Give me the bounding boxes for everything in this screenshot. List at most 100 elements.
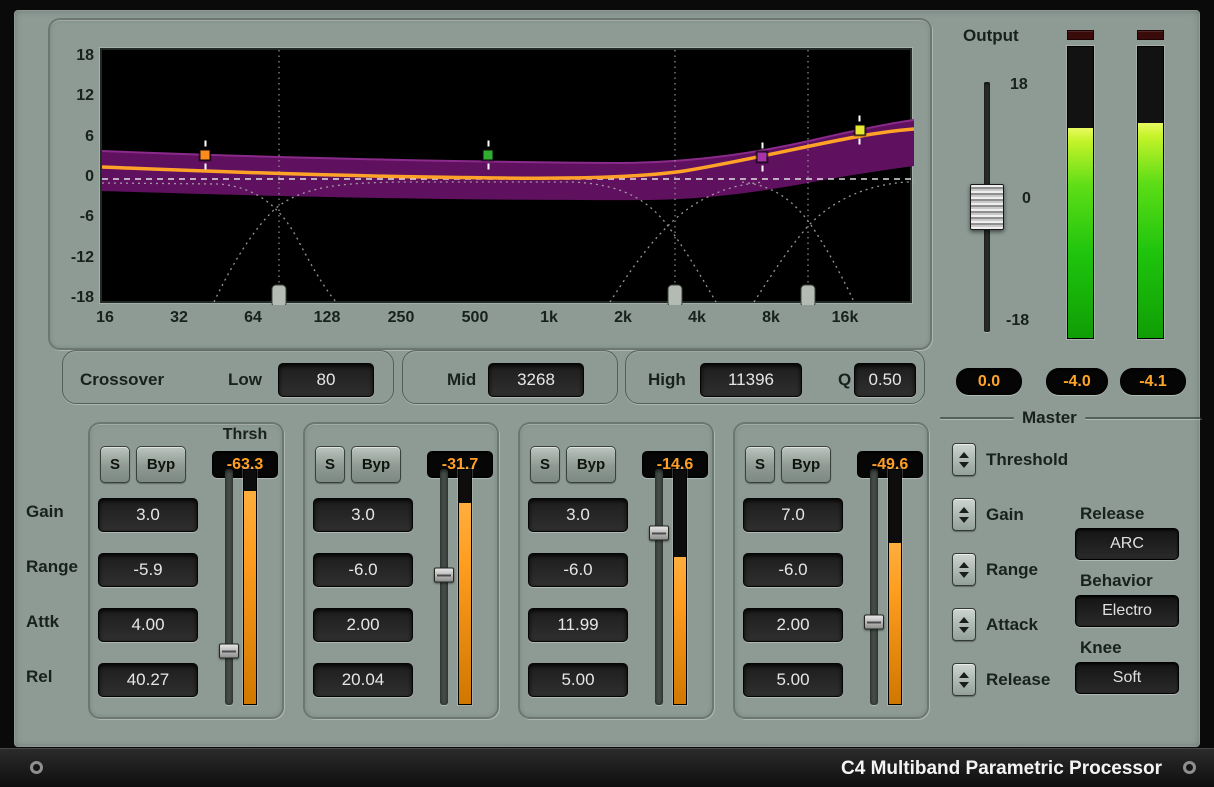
band1-panel: Thrsh S Byp -63.3 3.0 -5.9 4.00 40.27 [88, 422, 284, 719]
low-crossover-label: Low [228, 370, 262, 390]
release-mode-button[interactable]: ARC [1075, 528, 1179, 560]
down-arrow-icon[interactable] [959, 462, 969, 468]
band1-marker[interactable] [200, 150, 211, 161]
band4-marker[interactable] [854, 124, 865, 135]
down-arrow-icon[interactable] [959, 682, 969, 688]
high-crossover-value[interactable]: 11396 [700, 363, 802, 397]
band2-range-value[interactable]: -6.0 [313, 553, 413, 587]
down-arrow-icon[interactable] [959, 517, 969, 523]
mid-crossover-value[interactable]: 3268 [488, 363, 584, 397]
crossover-title: Crossover [80, 370, 164, 390]
band3-threshold-handle[interactable] [649, 525, 669, 540]
band4-threshold-slider[interactable] [870, 469, 878, 705]
band4-bypass-button[interactable]: Byp [781, 446, 831, 483]
band4-panel: S Byp -49.6 7.0 -6.0 2.00 5.00 [733, 422, 929, 719]
right-meter-clip-led[interactable] [1137, 30, 1164, 40]
output-gain-readout: 0.0 [956, 368, 1022, 395]
band1-release-value[interactable]: 40.27 [98, 663, 198, 697]
band1-range-value[interactable]: -5.9 [98, 553, 198, 587]
y-tick: 18 [54, 47, 94, 65]
master-threshold-label: Threshold [986, 450, 1068, 470]
band1-meter-fill [244, 491, 256, 704]
band4-meter-fill [889, 543, 901, 704]
band4-gain-value[interactable]: 7.0 [743, 498, 843, 532]
band1-solo-button[interactable]: S [100, 446, 130, 483]
down-arrow-icon[interactable] [959, 627, 969, 633]
x-tick: 64 [216, 309, 290, 327]
y-tick: 12 [54, 87, 94, 105]
band1-bypass-button[interactable]: Byp [136, 446, 186, 483]
band2-gain-value[interactable]: 3.0 [313, 498, 413, 532]
master-release-spinner[interactable] [952, 663, 976, 696]
band2-meter [458, 469, 472, 705]
frequency-graph-panel: 18 12 6 0 -6 -12 -18 [48, 18, 932, 350]
up-arrow-icon[interactable] [959, 617, 969, 623]
band2-bypass-button[interactable]: Byp [351, 446, 401, 483]
x-tick: 128 [290, 309, 364, 327]
band1-threshold-slider[interactable] [225, 469, 233, 705]
band3-range-value[interactable]: -6.0 [528, 553, 628, 587]
band4-attack-value[interactable]: 2.00 [743, 608, 843, 642]
band2-release-value[interactable]: 20.04 [313, 663, 413, 697]
output-fader-knob[interactable] [970, 184, 1004, 230]
x-axis: 16 32 64 128 250 500 1k 2k 4k 8k 16k [68, 309, 882, 327]
band-filter-curves [102, 182, 914, 302]
c4-plugin-window: 18 12 6 0 -6 -12 -18 [0, 0, 1214, 787]
master-attack-spinner[interactable] [952, 608, 976, 641]
band4-solo-button[interactable]: S [745, 446, 775, 483]
down-arrow-icon[interactable] [959, 572, 969, 578]
band3-bypass-button[interactable]: Byp [566, 446, 616, 483]
master-title: Master [1014, 408, 1085, 428]
band2-threshold-slider[interactable] [440, 469, 448, 705]
master-threshold-spinner[interactable] [952, 443, 976, 476]
frequency-response-plot[interactable] [100, 48, 912, 303]
up-arrow-icon[interactable] [959, 452, 969, 458]
master-gain-spinner[interactable] [952, 498, 976, 531]
left-meter-clip-led[interactable] [1067, 30, 1094, 40]
fader-scale-top: 18 [1010, 76, 1028, 94]
band4-meter [888, 469, 902, 705]
master-header-line-left [940, 417, 1014, 419]
output-meter-right-fill [1138, 123, 1163, 338]
band2-marker[interactable] [483, 150, 494, 161]
band2-attack-value[interactable]: 2.00 [313, 608, 413, 642]
master-release-row-label: Release [986, 670, 1050, 690]
master-range-spinner[interactable] [952, 553, 976, 586]
knee-label: Knee [1080, 638, 1122, 658]
band2-solo-button[interactable]: S [315, 446, 345, 483]
up-arrow-icon[interactable] [959, 562, 969, 568]
band4-threshold-handle[interactable] [864, 615, 884, 630]
y-tick: -18 [54, 289, 94, 307]
plugin-chassis: 18 12 6 0 -6 -12 -18 [14, 10, 1200, 747]
low-crossover-value[interactable]: 80 [278, 363, 374, 397]
master-attack-label: Attack [986, 615, 1038, 635]
up-arrow-icon[interactable] [959, 672, 969, 678]
output-meter-left [1067, 46, 1094, 339]
band4-range-value[interactable]: -6.0 [743, 553, 843, 587]
band3-marker[interactable] [757, 152, 768, 163]
knee-button[interactable]: Soft [1075, 662, 1179, 694]
x-tick: 32 [142, 309, 216, 327]
behavior-button[interactable]: Electro [1075, 595, 1179, 627]
band2-threshold-handle[interactable] [434, 568, 454, 583]
x-tick: 2k [586, 309, 660, 327]
release-row-label: Rel [26, 667, 52, 687]
band1-threshold-handle[interactable] [219, 643, 239, 658]
band4-release-value[interactable]: 5.00 [743, 663, 843, 697]
band3-release-value[interactable]: 5.00 [528, 663, 628, 697]
waves-rotate-icon-right[interactable] [1183, 761, 1196, 774]
band1-gain-value[interactable]: 3.0 [98, 498, 198, 532]
band3-attack-value[interactable]: 11.99 [528, 608, 628, 642]
gain-row-label: Gain [26, 502, 64, 522]
band1-attack-value[interactable]: 4.00 [98, 608, 198, 642]
x-tick: 16 [68, 309, 142, 327]
band3-solo-button[interactable]: S [530, 446, 560, 483]
output-fader[interactable] [978, 82, 996, 332]
band3-threshold-slider[interactable] [655, 469, 663, 705]
band3-gain-value[interactable]: 3.0 [528, 498, 628, 532]
up-arrow-icon[interactable] [959, 507, 969, 513]
band2-meter-fill [459, 503, 471, 704]
waves-rotate-icon-left[interactable] [30, 761, 43, 774]
fader-scale-mid: 0 [1022, 190, 1031, 208]
q-value[interactable]: 0.50 [854, 363, 916, 397]
